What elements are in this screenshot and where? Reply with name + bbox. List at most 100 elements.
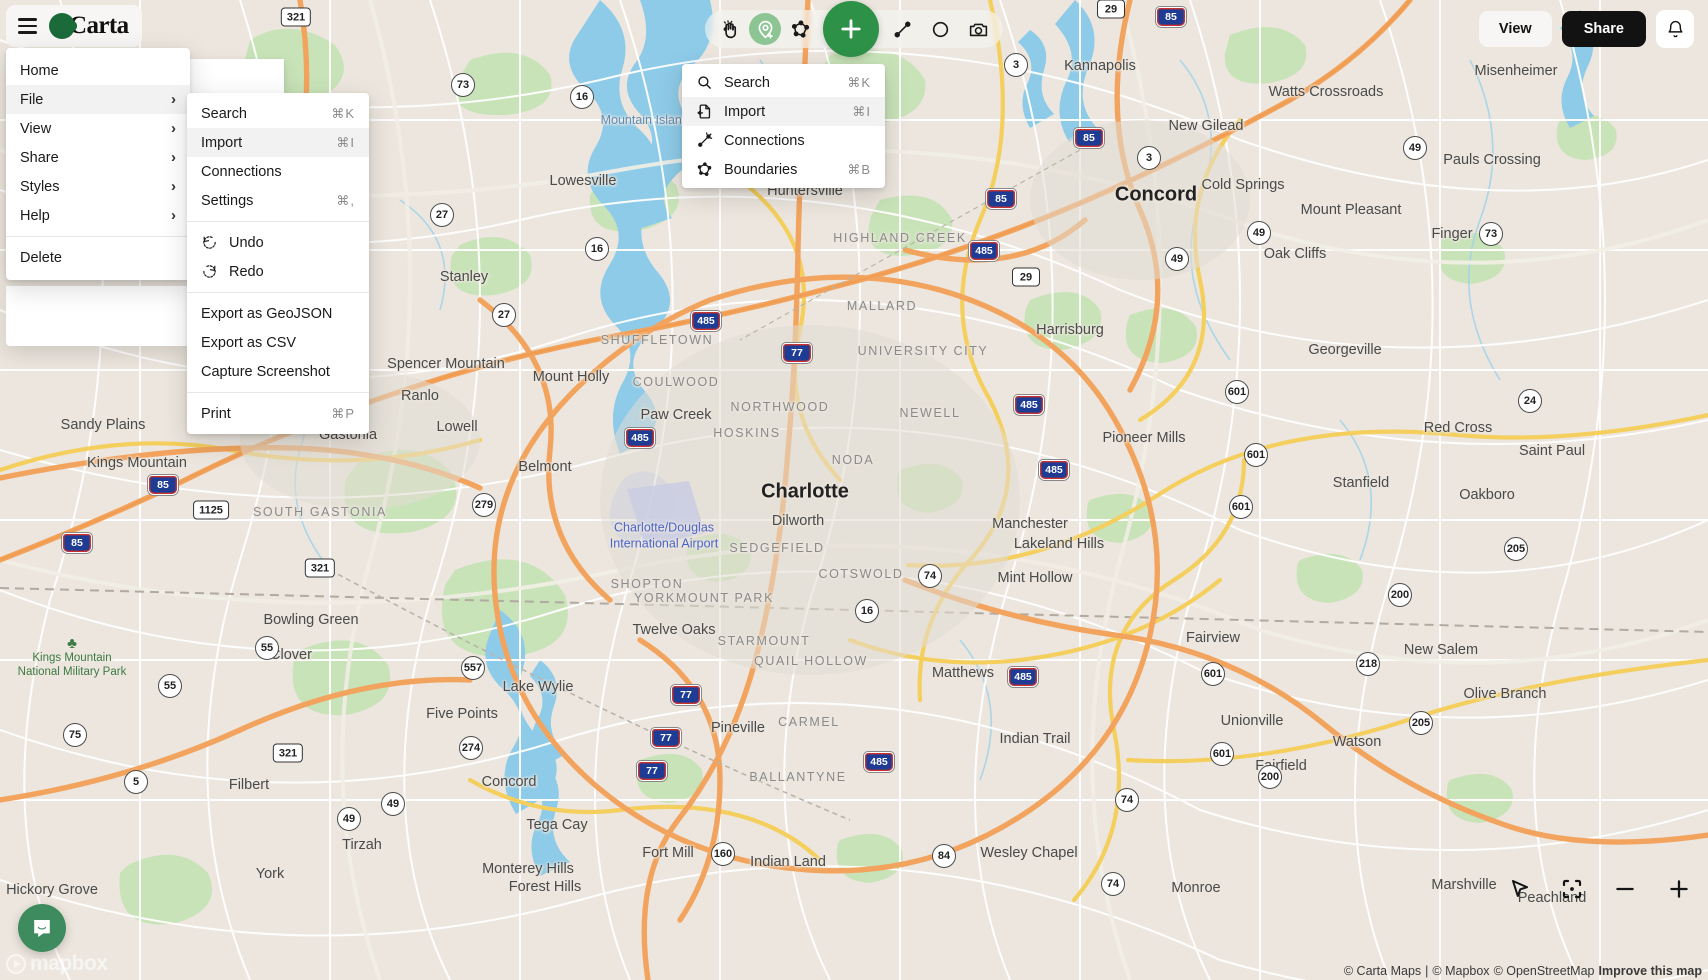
main-menu-item-share-label: Share	[20, 149, 59, 166]
file-menu-item-search[interactable]: Search ⌘K	[187, 99, 369, 128]
main-menu-item-home-label: Home	[20, 62, 59, 79]
file-menu-item-connections-label: Connections	[201, 163, 282, 180]
add-tool[interactable]	[823, 1, 879, 57]
file-menu-item-divider	[187, 392, 369, 393]
file-menu-item-divider	[187, 292, 369, 293]
file-menu-item-export-as-geojson-label: Export as GeoJSON	[201, 305, 333, 322]
logo-bar: Carta	[6, 5, 143, 47]
zoom-in-button[interactable]	[1666, 876, 1692, 902]
chat-launcher-button[interactable]	[18, 904, 66, 952]
toolbar-menu-item-import-shortcut: ⌘I	[852, 103, 871, 119]
file-menu-item-import-label: Import	[201, 134, 243, 151]
chevron-right-icon: ›	[171, 149, 176, 166]
main-menu-item-help-label: Help	[20, 207, 50, 224]
mapbox-wordmark: mapbox	[30, 952, 108, 975]
carta-mark-icon	[49, 13, 75, 39]
file-menu-item-search-shortcut: ⌘K	[331, 105, 355, 121]
toolbar-menu-item-search[interactable]: Search ⌘K	[682, 68, 885, 97]
boundaries-icon	[696, 161, 713, 178]
main-menu[interactable]: Home File › View › Share › Styles › Help › Delete	[6, 48, 190, 280]
file-menu-item-print[interactable]: Print ⌘P	[187, 399, 369, 428]
toolbar-menu-item-boundaries-label: Boundaries	[724, 161, 798, 178]
file-menu-item-export-as-csv[interactable]: Export as CSV	[187, 328, 369, 357]
main-menu-item-share[interactable]: Share ›	[6, 143, 190, 172]
attribution-osm[interactable]: © OpenStreetMap	[1494, 964, 1595, 978]
main-menu-item-delete-label: Delete	[20, 249, 62, 266]
place-marker-tool[interactable]	[749, 13, 781, 45]
chevron-right-icon: ›	[171, 120, 176, 137]
brand-name: Carta	[69, 12, 129, 39]
main-menu-item-home[interactable]: Home	[6, 56, 190, 85]
file-menu-item-print-label: Print	[201, 405, 231, 422]
toolbar-menu-item-boundaries[interactable]: Boundaries ⌘B	[682, 155, 885, 184]
crosshair-icon	[1562, 879, 1582, 899]
compass-locate-button[interactable]	[1508, 877, 1532, 901]
view-button[interactable]: View	[1478, 11, 1552, 47]
map-controls	[1508, 876, 1692, 902]
chevron-right-icon: ›	[171, 178, 176, 195]
file-menu-item-redo[interactable]: Redo	[187, 257, 369, 286]
attribution-mapbox[interactable]: © Mapbox	[1432, 964, 1489, 978]
redo-icon	[201, 263, 218, 280]
toolbar-menu-item-connections[interactable]: Connections	[682, 126, 885, 155]
circle-tool[interactable]	[921, 13, 959, 45]
main-menu-item-file[interactable]: File ›	[6, 85, 190, 114]
menu-main-tail-panel	[6, 286, 190, 346]
notifications-button[interactable]	[1656, 10, 1694, 48]
toolbar-menu-item-search-label: Search	[724, 74, 770, 91]
app-root: Charlotte Concord Kannapolis New Gilead Cold…	[0, 0, 1708, 980]
main-menu-item-file-label: File	[20, 91, 44, 108]
menu-backdrop-panel	[190, 59, 284, 97]
chevron-right-icon: ›	[171, 91, 176, 108]
brand-logo[interactable]: Carta	[49, 12, 129, 40]
polygon-tool[interactable]	[781, 13, 819, 45]
zoom-out-button[interactable]	[1612, 876, 1638, 902]
toolbar-menu-item-search-shortcut: ⌘K	[847, 74, 871, 90]
file-menu-item-capture-screenshot-label: Capture Screenshot	[201, 363, 330, 380]
navigation-arrow-icon	[1512, 880, 1528, 897]
file-menu-item-connections[interactable]: Connections	[187, 157, 369, 186]
file-menu-item-settings-shortcut: ⌘,	[336, 192, 355, 208]
file-menu-item-undo[interactable]: Undo	[187, 228, 369, 257]
file-menu-item-undo-label: Undo	[229, 234, 264, 251]
camera-tool[interactable]	[959, 13, 997, 45]
file-menu-item-settings[interactable]: Settings ⌘,	[187, 186, 369, 215]
main-menu-item-help[interactable]: Help ›	[6, 201, 190, 230]
menu-icon[interactable]	[18, 18, 37, 34]
chat-bubble-icon	[34, 920, 50, 937]
file-menu-item-import[interactable]: Import ⌘I	[187, 128, 369, 157]
attribution-carta[interactable]: © Carta Maps	[1344, 964, 1421, 978]
toolbar-submenu[interactable]: Search ⌘K Import ⌘I Connections Boundaries ⌘B	[682, 64, 885, 188]
line-tool[interactable]	[883, 13, 921, 45]
recenter-button[interactable]	[1560, 877, 1584, 901]
file-menu-item-divider	[187, 221, 369, 222]
improve-this-map-link[interactable]: Improve this map	[1599, 964, 1703, 978]
map-toolbar	[705, 1, 1003, 57]
toolbar-menu-item-import[interactable]: Import ⌘I	[682, 97, 885, 126]
main-menu-item-delete[interactable]: Delete	[6, 243, 190, 272]
toolbar-menu-item-connections-label: Connections	[724, 132, 805, 149]
file-menu-item-export-as-geojson[interactable]: Export as GeoJSON	[187, 299, 369, 328]
pan-hand-tool[interactable]	[711, 13, 749, 45]
connections-icon	[696, 132, 713, 149]
main-menu-item-styles-label: Styles	[20, 178, 60, 195]
chevron-right-icon: ›	[171, 207, 176, 224]
main-menu-item-divider	[6, 236, 190, 237]
share-button[interactable]: Share	[1561, 11, 1646, 47]
mapbox-logo[interactable]: mapbox	[6, 952, 108, 976]
file-submenu[interactable]: Search ⌘K Import ⌘I Connections Settings ⌘, Und…	[187, 93, 369, 434]
file-menu-item-capture-screenshot[interactable]: Capture Screenshot	[187, 357, 369, 386]
toolbar-menu-item-import-label: Import	[724, 103, 766, 120]
top-right-actions: View Share	[1478, 10, 1694, 48]
main-menu-item-styles[interactable]: Styles ›	[6, 172, 190, 201]
mapbox-mark-icon	[6, 954, 26, 974]
plus-icon	[1670, 880, 1688, 898]
main-menu-item-view[interactable]: View ›	[6, 114, 190, 143]
main-menu-item-view-label: View	[20, 120, 52, 137]
file-menu-item-print-shortcut: ⌘P	[331, 405, 355, 421]
map-attribution: © Carta Maps | © Mapbox © OpenStreetMap …	[1344, 964, 1702, 978]
import-icon	[696, 103, 713, 120]
file-menu-item-settings-label: Settings	[201, 192, 254, 209]
toolbar-menu-item-boundaries-shortcut: ⌘B	[847, 161, 871, 177]
file-menu-item-export-as-csv-label: Export as CSV	[201, 334, 297, 351]
